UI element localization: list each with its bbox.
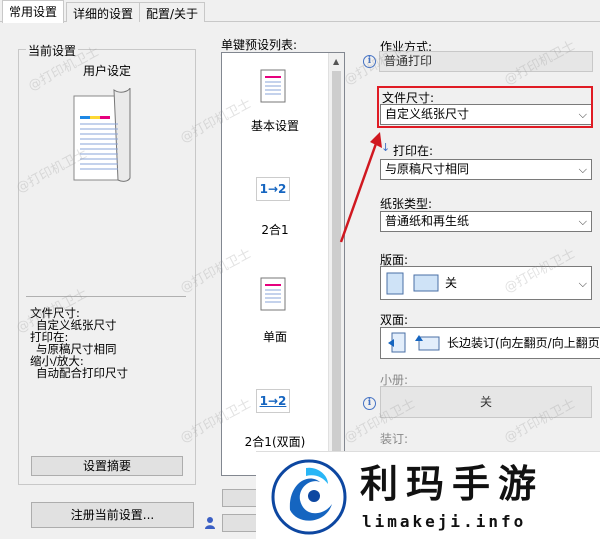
info-icon: i [363, 55, 376, 68]
tab-config-about[interactable]: 配置/关于 [139, 2, 206, 22]
layout-value: 关 [445, 276, 458, 290]
duplex-long-edge-icon [388, 332, 406, 353]
print-on-label: 打印在: [393, 144, 434, 158]
document-preview [73, 88, 131, 182]
chevron-down-icon[interactable]: ⌵ [579, 213, 587, 230]
user-icon [204, 516, 216, 530]
paper-type-label: 纸张类型: [380, 197, 433, 211]
red-arrow-annotation [339, 132, 382, 243]
scroll-up-icon[interactable]: ▲ [333, 57, 339, 66]
booklet-field: 关 [380, 386, 592, 418]
two-in-one-duplex-icon: 1→2 [256, 389, 290, 413]
paper-type-select[interactable]: 普通纸和再生纸 ⌵ [380, 211, 592, 232]
chevron-down-icon[interactable]: ⌵ [579, 161, 587, 178]
print-on-value: 与原稿尺寸相同 [385, 162, 470, 176]
print-on-arrow-icon: ↓ [381, 141, 391, 154]
preset-item-2in1-duplex[interactable]: 2合1(双面) [222, 433, 328, 450]
preset-name: 用户设定 [82, 64, 131, 78]
document-icon [260, 69, 286, 103]
job-mode-field: 普通打印 [379, 51, 593, 72]
tab-detailed-settings[interactable]: 详细的设置 [66, 2, 141, 22]
site-logo-overlay: 利玛手游 limakeji.info [256, 451, 600, 539]
paper-type-value: 普通纸和再生纸 [385, 214, 470, 228]
preset-item-single-side[interactable]: 单面 [222, 328, 328, 345]
separator [26, 296, 186, 297]
binding-label: 装订: [380, 432, 409, 446]
preset-list-scrollbar[interactable]: ▲ [328, 53, 344, 475]
logo-swirl-icon [271, 459, 347, 535]
overlay-title: 利玛手游 [360, 462, 545, 506]
landscape-page-icon [413, 274, 439, 292]
duplex-value: 长边装订(向左翻页/向上翻页) [447, 336, 600, 350]
tab-bar: 常用设置 详细的设置 配置/关于 [0, 0, 600, 23]
settings-summary: 文件尺寸: 自定义纸张尺寸 打印在: 与原稿尺寸相同 缩小/放大: 自动配合打印… [30, 307, 128, 379]
two-in-one-icon: 1→2 [256, 177, 290, 201]
current-settings-title: 当前设置 [26, 42, 79, 59]
print-on-select[interactable]: 与原稿尺寸相同 ⌵ [380, 159, 592, 180]
preset-list-title: 单键预设列表: [221, 38, 298, 52]
info-icon: i [363, 397, 376, 410]
document-icon [260, 277, 286, 311]
preset-list[interactable]: ▲ 基本设置 1→2 2合1 单面 1→2 2合1(双面) [221, 52, 345, 476]
portrait-page-icon [386, 272, 404, 295]
settings-summary-button[interactable]: 设置摘要 [31, 456, 183, 476]
chevron-down-icon[interactable]: ⌵ [579, 275, 587, 292]
summary-value: 自动配合打印尺寸 [36, 366, 128, 380]
preset-item-2in1[interactable]: 2合1 [222, 221, 328, 238]
register-settings-button[interactable]: 注册当前设置... [31, 502, 194, 528]
duplex-label: 双面: [380, 313, 409, 327]
duplex-select[interactable]: 长边装订(向左翻页/向上翻页) [380, 327, 600, 359]
tab-common-settings[interactable]: 常用设置 [2, 0, 65, 23]
overlay-subtitle: limakeji.info [362, 512, 527, 531]
duplex-short-edge-icon [415, 335, 440, 351]
paper-size-highlight [377, 86, 593, 128]
layout-select[interactable]: 关 ⌵ [380, 266, 592, 300]
preset-item-basic[interactable]: 基本设置 [222, 117, 328, 134]
